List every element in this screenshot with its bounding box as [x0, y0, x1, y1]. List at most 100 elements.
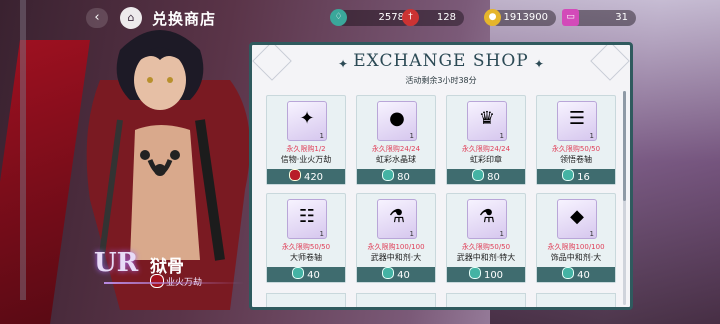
item-icon: ♛ — [478, 108, 496, 129]
fire-element-icon — [150, 274, 164, 288]
teal-potion-icon — [468, 267, 481, 279]
top-bar: ‹ ⌂ 兑换商店 ♢ 2578 † 128 ● 1913900 ▭ 31 — [0, 0, 720, 36]
purchase-limit: 永久限购100/100 — [547, 243, 605, 251]
purchase-limit: 永久限购50/50 — [461, 243, 511, 251]
teal-potion-icon — [292, 267, 305, 279]
rarity-label: UR — [94, 248, 139, 278]
teal-potion-icon — [382, 169, 395, 181]
item-name: 大师卷轴 — [290, 253, 322, 262]
item-thumbnail: ♛ 1 — [467, 101, 507, 141]
item-icon: ☰ — [568, 108, 586, 129]
shop-item-card[interactable]: ☰ 1 永久限购50/50 领悟卷轴 16 — [536, 95, 616, 185]
shop-title: EXCHANGE SHOP — [353, 51, 529, 71]
item-count: 1 — [499, 132, 504, 140]
price-button[interactable]: 40 — [537, 267, 615, 282]
resource-value: 128 — [436, 12, 456, 23]
item-count: 1 — [319, 132, 324, 140]
purchase-limit: 永久限购50/50 — [281, 243, 331, 251]
item-thumbnail: ☰ 1 — [557, 101, 597, 141]
nameplate-divider — [104, 282, 244, 284]
resource-red-sword: † 128 — [402, 9, 464, 26]
price-button[interactable]: 16 — [537, 169, 615, 184]
price-value: 420 — [303, 172, 324, 183]
shop-building-icon: ⌂ — [120, 7, 142, 29]
price-button[interactable]: 40 — [357, 267, 435, 282]
purchase-limit: 永久限购100/100 — [367, 243, 425, 251]
shop-item-card-partial[interactable] — [266, 293, 346, 307]
shop-item-card-partial[interactable] — [356, 293, 436, 307]
purchase-limit: 永久限购24/24 — [461, 145, 511, 153]
price-button[interactable]: 80 — [357, 169, 435, 184]
price-value: 80 — [487, 172, 500, 183]
scrollbar-thumb[interactable] — [623, 91, 626, 201]
item-count: 1 — [409, 132, 414, 140]
price-value: 100 — [483, 270, 504, 281]
price-button[interactable]: 100 — [447, 267, 525, 282]
item-icon: ● — [389, 108, 405, 129]
exchange-shop-panel: ✦ ✦ EXCHANGE SHOP 活动剩余3小时38分 ✦ 1 永久限购1/2 信物… — [249, 42, 633, 310]
shop-item-card[interactable]: ⚗ 1 永久限购50/50 武器中和剂·特大 100 — [446, 193, 526, 283]
shop-item-card-partial[interactable] — [536, 293, 616, 307]
shop-scrollbar[interactable] — [623, 91, 626, 305]
back-arrow-icon[interactable]: ‹ — [86, 8, 108, 28]
item-name: 虹彩水晶球 — [376, 155, 416, 164]
purchase-limit: 永久限购1/2 — [286, 145, 326, 153]
item-count: 1 — [589, 230, 594, 238]
item-name: 信物·业火万劫 — [280, 155, 332, 164]
purchase-limit: 永久限购24/24 — [371, 145, 421, 153]
item-count: 1 — [319, 230, 324, 238]
item-name: 武器中和剂·大 — [370, 253, 422, 262]
price-value: 40 — [397, 270, 410, 281]
shop-item-card[interactable]: ⚗ 1 永久限购100/100 武器中和剂·大 40 — [356, 193, 436, 283]
item-thumbnail: ⚗ 1 — [377, 199, 417, 239]
resource-value: 2578 — [378, 12, 404, 23]
resource-pink-ticket: ▭ 31 — [562, 9, 636, 26]
item-thumbnail: ☷ 1 — [287, 199, 327, 239]
resource-teal-potion: ♢ 2578 — [330, 9, 412, 26]
item-thumbnail: ◆ 1 — [557, 199, 597, 239]
item-icon: ☷ — [298, 206, 316, 227]
teal-potion-icon: ♢ — [330, 9, 347, 26]
character-nameplate: UR 狱骨 业火万劫 — [94, 248, 254, 294]
gold-coin-icon: ● — [484, 9, 501, 26]
item-count: 1 — [499, 230, 504, 238]
teal-potion-icon — [562, 169, 575, 181]
price-value: 16 — [577, 172, 590, 183]
price-value: 40 — [307, 270, 320, 281]
item-thumbnail: ⚗ 1 — [467, 199, 507, 239]
price-value: 80 — [397, 172, 410, 183]
background-chain — [20, 0, 26, 300]
resource-value: 1913900 — [503, 12, 548, 23]
price-value: 40 — [577, 270, 590, 281]
resource-value: 31 — [615, 12, 628, 23]
shop-item-card[interactable]: ✦ 1 永久限购1/2 信物·业火万劫 420 — [266, 95, 346, 185]
red-sword-icon — [288, 169, 301, 181]
item-icon: ⚗ — [478, 206, 496, 227]
item-thumbnail: ● 1 — [377, 101, 417, 141]
item-icon: ⚗ — [388, 206, 406, 227]
item-count: 1 — [589, 132, 594, 140]
item-icon: ✦ — [299, 108, 315, 129]
item-name: 饰品中和剂·大 — [550, 253, 602, 262]
teal-potion-icon — [562, 267, 575, 279]
item-name: 领悟卷轴 — [560, 155, 592, 164]
shop-item-card[interactable]: ☷ 1 永久限购50/50 大师卷轴 40 — [266, 193, 346, 283]
shop-item-card-partial[interactable] — [446, 293, 526, 307]
item-name: 虹彩印章 — [470, 155, 502, 164]
price-button[interactable]: 40 — [267, 267, 345, 282]
teal-potion-icon — [382, 267, 395, 279]
shop-item-card[interactable]: ♛ 1 永久限购24/24 虹彩印章 80 — [446, 95, 526, 185]
item-icon: ◆ — [570, 206, 584, 227]
page-title: 兑换商店 — [152, 10, 217, 28]
shop-item-card[interactable]: ◆ 1 永久限购100/100 饰品中和剂·大 40 — [536, 193, 616, 283]
shop-item-card[interactable]: ● 1 永久限购24/24 虹彩水晶球 80 — [356, 95, 436, 185]
teal-potion-icon — [472, 169, 485, 181]
price-button[interactable]: 420 — [267, 169, 345, 184]
purchase-limit: 永久限购50/50 — [551, 145, 601, 153]
price-button[interactable]: 80 — [447, 169, 525, 184]
resource-gold-coin: ● 1913900 — [484, 9, 556, 26]
item-count: 1 — [409, 230, 414, 238]
item-name: 武器中和剂·特大 — [456, 253, 516, 262]
red-sword-icon: † — [402, 9, 419, 26]
item-thumbnail: ✦ 1 — [287, 101, 327, 141]
